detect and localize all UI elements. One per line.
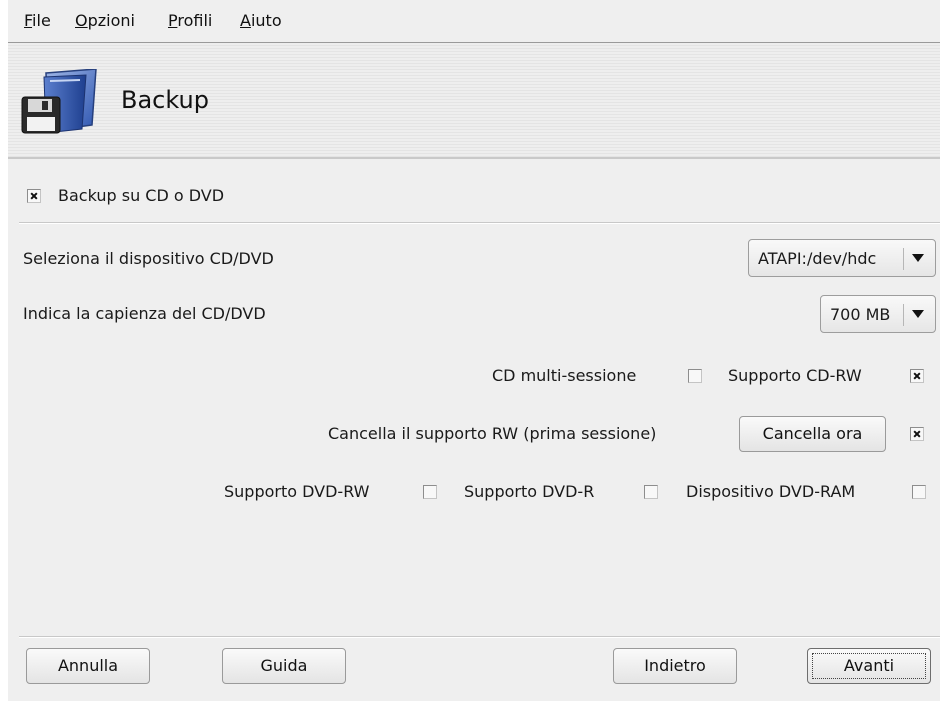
next-button[interactable]: Avanti [807,648,931,684]
multisession-checkbox[interactable] [688,369,702,383]
erase-label: Cancella il supporto RW (prima sessione) [328,424,657,443]
back-button[interactable]: Indietro [613,648,737,684]
header-banner: Backup [8,43,940,159]
combo-divider [903,248,904,270]
device-label: Seleziona il dispositivo CD/DVD [23,249,274,268]
menu-options[interactable]: Opzioni [75,11,135,31]
combo-divider [903,304,904,326]
menu-help[interactable]: Aiuto [240,11,282,31]
dvdrw-label: Supporto DVD-RW [224,482,370,501]
erase-checkbox[interactable] [910,427,924,441]
chevron-down-icon [912,310,924,318]
menu-bar: File Opzioni Profili Aiuto [8,0,940,43]
dvdr-label: Supporto DVD-R [464,482,595,501]
dvdrw-checkbox[interactable] [423,485,437,499]
chevron-down-icon [912,254,924,262]
cdrw-label: Supporto CD-RW [728,366,862,385]
backup-wizard-window: File Opzioni Profili Aiuto Backup Backup… [8,0,940,701]
capacity-select-value: 700 MB [830,305,891,324]
device-select[interactable]: ATAPI:/dev/hdc [748,239,936,277]
dvdram-checkbox[interactable] [912,485,926,499]
floppy-folder-icon [21,69,97,134]
divider [19,222,940,224]
dvdram-label: Dispositivo DVD-RAM [686,482,856,501]
cancel-button[interactable]: Annulla [26,648,150,684]
capacity-label: Indica la capienza del CD/DVD [23,304,266,323]
page-title: Backup [121,86,209,114]
help-button[interactable]: Guida [222,648,346,684]
divider [19,636,940,638]
backup-cd-checkbox[interactable] [27,189,41,203]
dvdr-checkbox[interactable] [644,485,658,499]
backup-cd-label: Backup su CD o DVD [58,186,225,205]
menu-file[interactable]: File [24,11,51,31]
focus-ring [812,653,926,679]
device-select-value: ATAPI:/dev/hdc [758,249,877,268]
cdrw-checkbox[interactable] [910,369,924,383]
capacity-select[interactable]: 700 MB [820,295,936,333]
multisession-label: CD multi-sessione [492,366,637,385]
menu-profiles[interactable]: Profili [168,11,212,31]
erase-now-button[interactable]: Cancella ora [739,416,886,452]
